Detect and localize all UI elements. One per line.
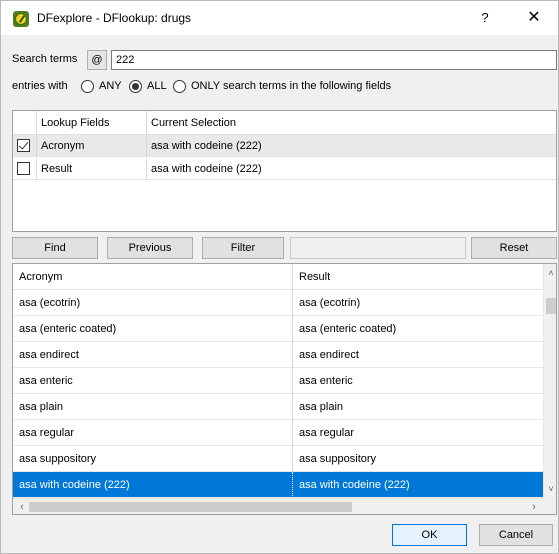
horizontal-scroll-thumb[interactable] [29,502,352,512]
scroll-up-icon[interactable]: ˄ [544,266,556,280]
results-row[interactable]: asa suppository asa suppository [13,446,543,472]
reset-button[interactable]: Reset [471,237,557,259]
radio-any-label: ANY [99,80,122,92]
search-input[interactable]: 222 [111,50,557,70]
help-button[interactable]: ? [473,6,497,30]
result-acronym-cell: asa suppository [13,446,293,472]
result-value-cell: asa with codeine (222) [299,479,410,491]
previous-button[interactable]: Previous [107,237,193,259]
result-acronym-cell: asa endirect [13,342,293,368]
header-result[interactable]: Result [293,264,543,290]
result-acronym-cell: asa plain [13,394,293,420]
lookup-field-row[interactable]: Result asa with codeine (222) [13,158,556,180]
result-value-cell: asa endirect [299,349,359,361]
filter-button[interactable]: Filter [202,237,284,259]
result-acronym-cell: asa (ecotrin) [13,290,293,316]
results-table: Acronym Result asa (ecotrin) asa (ecotrin… [12,263,557,515]
results-row[interactable]: asa enteric asa enteric [13,368,543,394]
header-check-column [13,111,37,135]
result-acronym-cell: asa enteric [13,368,293,394]
header-lookup-fields[interactable]: Lookup Fields [37,111,147,135]
lookup-field-selection: asa with codeine (222) [151,163,262,175]
horizontal-scrollbar[interactable]: ‹ › [13,498,543,514]
result-value-cell: asa plain [299,401,344,413]
at-button[interactable]: @ [87,50,107,70]
ok-button[interactable]: OK [392,524,467,546]
title-bar: DFexplore - DFlookup: drugs ? ✕ [1,1,558,35]
scroll-left-icon[interactable]: ‹ [15,500,29,514]
close-button[interactable]: ✕ [521,6,547,30]
vertical-scrollbar[interactable]: ˄ ˅ [543,264,556,498]
results-row[interactable]: asa plain asa plain [13,394,543,420]
scroll-down-icon[interactable]: ˅ [544,482,556,496]
lookup-field-row[interactable]: Acronym asa with codeine (222) [13,135,556,157]
result-acronym-cell: asa (enteric coated) [13,316,293,342]
result-acronym-cell: asa with codeine (222) [13,472,293,498]
dfexplore-app-icon [13,11,29,27]
results-row[interactable]: asa (ecotrin) asa (ecotrin) [13,290,543,316]
search-terms-label: Search terms [12,53,78,65]
filter-input[interactable] [290,237,466,259]
lookup-fields-header: Lookup Fields Current Selection [13,111,556,135]
radio-only-label: ONLY search terms in the following field… [191,80,392,92]
entries-with-label: entries with [12,80,68,92]
results-row[interactable]: asa regular asa regular [13,420,543,446]
radio-only[interactable] [173,80,186,93]
results-row[interactable]: asa (enteric coated) asa (enteric coated) [13,316,543,342]
results-row[interactable]: asa endirect asa endirect [13,342,543,368]
result-acronym-cell: asa regular [13,420,293,446]
results-row[interactable]: asa with codeine (222) asa with codeine (… [13,472,543,498]
vertical-scroll-thumb[interactable] [546,298,556,314]
radio-any[interactable] [81,80,94,93]
lookup-field-selection: asa with codeine (222) [151,140,262,152]
lookup-fields-table: Lookup Fields Current Selection Acronym … [12,110,557,232]
cancel-button[interactable]: Cancel [479,524,553,546]
results-header: Acronym Result [13,264,543,290]
acronym-checkbox[interactable] [17,139,30,152]
result-value-cell: asa (ecotrin) [299,297,361,309]
result-value-cell: asa enteric [299,375,353,387]
radio-all-label: ALL [147,80,167,92]
window-title: DFexplore - DFlookup: drugs [37,11,192,25]
result-value-cell: asa regular [299,427,355,439]
dflookup-dialog: DFexplore - DFlookup: drugs ? ✕ Search t… [0,0,559,554]
scrollbar-corner [543,498,556,514]
result-value-cell: asa (enteric coated) [299,323,397,335]
radio-all[interactable] [129,80,142,93]
header-acronym[interactable]: Acronym [13,264,293,290]
result-checkbox[interactable] [17,162,30,175]
find-button[interactable]: Find [12,237,98,259]
lookup-field-name: Result [37,158,147,180]
header-current-selection[interactable]: Current Selection [147,111,556,135]
lookup-field-name: Acronym [37,135,147,157]
scroll-right-icon[interactable]: › [527,500,541,514]
result-value-cell: asa suppository [299,453,377,465]
